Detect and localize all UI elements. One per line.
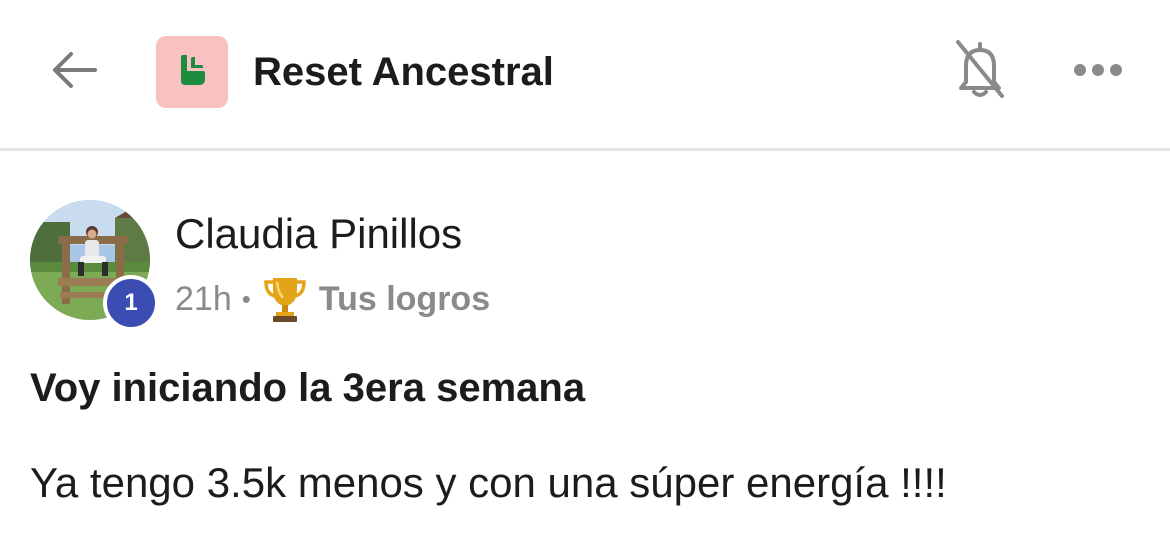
category-link[interactable]: Tus logros [319, 280, 490, 319]
rank-badge: 1 [103, 275, 159, 331]
group-title[interactable]: Reset Ancestral [253, 46, 554, 98]
back-button[interactable] [48, 48, 100, 96]
bell-off-icon [954, 38, 1006, 105]
more-options-button[interactable] [1068, 52, 1128, 92]
group-logo[interactable] [156, 36, 228, 108]
notifications-button[interactable] [950, 38, 1010, 104]
group-logo-icon [175, 53, 209, 92]
post-time: 21h [175, 279, 232, 318]
top-app-bar: Reset Ancestral [0, 0, 1170, 151]
post-meta: 21h • Tus logros [175, 273, 490, 325]
author-name[interactable]: Claudia Pinillos [175, 208, 462, 260]
post-title: Voy iniciando la 3era semana [30, 366, 586, 410]
meta-separator: • [241, 283, 251, 314]
more-horizontal-icon [1073, 63, 1123, 82]
post-body: Ya tengo 3.5k menos y con una súper ener… [30, 459, 947, 506]
post-card: 1 Claudia Pinillos 21h • Tus logros Voy … [0, 151, 1170, 553]
trophy-icon [261, 273, 309, 325]
arrow-left-icon [51, 50, 97, 95]
